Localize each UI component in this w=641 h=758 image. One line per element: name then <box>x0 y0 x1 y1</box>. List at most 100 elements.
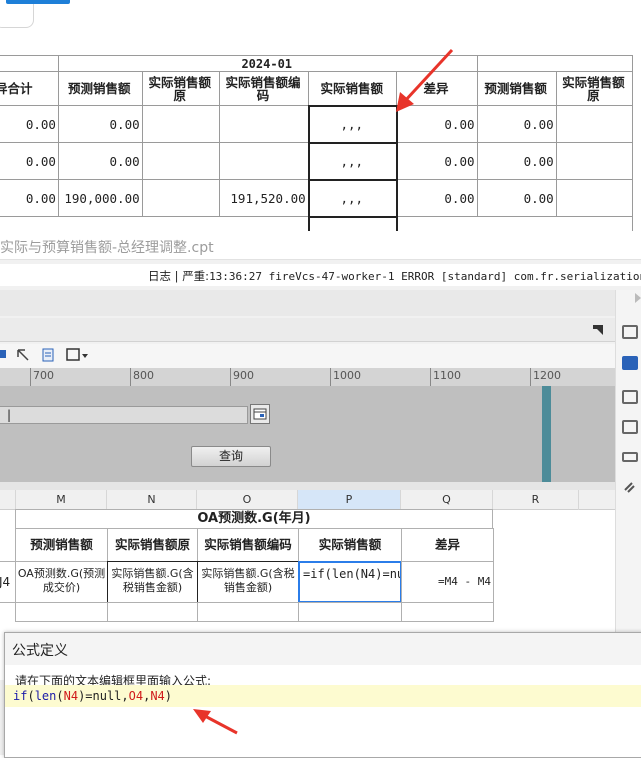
table-cell <box>0 216 310 231</box>
table-cell: 0.00 <box>476 105 557 143</box>
column-header[interactable]: Q <box>401 490 493 510</box>
ruler-tick: 900 <box>230 368 254 386</box>
table-cell <box>555 179 634 217</box>
browser-tab-edge <box>0 0 34 28</box>
table-cell: 0.00 <box>396 179 478 217</box>
period-blank-cell-2 <box>476 55 634 72</box>
divider <box>0 482 615 490</box>
file-tab[interactable]: 实际与预算销售额-总经理调整.cpt <box>0 232 641 260</box>
table-cell: 0.00 <box>0 179 59 217</box>
empty-cell[interactable] <box>107 602 198 622</box>
data-cell-o4[interactable]: 实际销售额.G(含税销售金额) <box>197 561 299 603</box>
empty-cell[interactable] <box>197 602 299 622</box>
table-cell: 190,000.00 <box>57 179 143 217</box>
col-header: 差异 <box>396 71 478 106</box>
table-cell <box>396 216 633 231</box>
toolbar-band <box>0 290 615 316</box>
expand-arrow-icon[interactable] <box>634 292 641 304</box>
document-icon[interactable] <box>42 348 54 362</box>
log-bar: 日志 | 严重:13:36:27 fireVcs-47-worker-1 ERR… <box>0 264 641 286</box>
file-tab-label: 实际与预算销售额-总经理调整.cpt <box>0 240 214 256</box>
table-cell <box>141 179 220 217</box>
data-cell-q4[interactable]: =M4 - M4 <box>401 561 494 603</box>
ruler-tick: 1100 <box>430 368 461 386</box>
collapse-icon[interactable] <box>592 324 604 336</box>
col-header: 实际销售额原 <box>141 71 220 106</box>
table-cell <box>307 215 398 231</box>
table-cell: 0.00 <box>0 142 59 180</box>
parameter-canvas: | 查询 <box>0 386 615 482</box>
frame-dropdown-icon[interactable] <box>66 348 90 362</box>
table-cell <box>218 142 310 180</box>
table-cell: 0.00 <box>396 142 478 180</box>
empty-cell[interactable] <box>298 602 402 622</box>
dialog-title: 公式定义 <box>5 633 641 665</box>
data-cell-m4[interactable]: OA预测数.G(预测成交价) <box>15 561 108 603</box>
active-tab-indicator <box>6 0 70 4</box>
canvas-boundary <box>542 386 551 482</box>
report-preview: 2024-01 异合计 预测销售额 实际销售额原 实际销售额编码 实际销售额 差… <box>0 0 641 232</box>
column-header[interactable]: R <box>493 490 579 510</box>
col-header: 预测销售额 <box>476 71 557 106</box>
header-cell[interactable]: 实际销售额编码 <box>197 528 299 562</box>
log-separator: | <box>174 269 179 283</box>
list-icon[interactable] <box>622 452 638 462</box>
table-cell: 0.00 <box>0 105 59 143</box>
empty-cell[interactable] <box>15 602 108 622</box>
log-label: 日志 <box>148 269 171 283</box>
table-cell <box>141 142 220 180</box>
table-cell: 0.00 <box>57 105 143 143</box>
merged-title-cell[interactable]: OA预测数.G(年月) <box>15 509 493 529</box>
monitor-icon[interactable] <box>0 349 8 361</box>
table-cell: 0.00 <box>476 142 557 180</box>
column-header[interactable]: O <box>197 490 298 510</box>
ruler-tick: 1000 <box>330 368 361 386</box>
ruler-tick: 800 <box>130 368 154 386</box>
header-cell[interactable]: 预测销售额 <box>15 528 108 562</box>
toolbar-band-2 <box>0 318 615 342</box>
col-header: 实际销售额 <box>308 71 398 106</box>
table-cell <box>218 105 310 143</box>
col-header: 实际销售额编码 <box>218 71 310 106</box>
period-header: 2024-01 <box>57 55 478 72</box>
link-icon[interactable] <box>622 480 638 496</box>
table-cell <box>141 105 220 143</box>
header-cell[interactable]: 实际销售额原 <box>107 528 198 562</box>
widget-property-icon[interactable] <box>622 356 638 370</box>
parameter-input[interactable]: | <box>0 406 248 424</box>
table-cell: 191,520.00 <box>218 179 310 217</box>
horizontal-ruler: 700 800 900 1000 1100 1200 <box>0 368 615 386</box>
actual-sales-cell[interactable]: ,,, <box>307 141 398 181</box>
table-cell: 0.00 <box>57 142 143 180</box>
query-button[interactable]: 查询 <box>191 446 271 467</box>
column-header[interactable]: N <box>107 490 197 510</box>
table-cell: 0.00 <box>476 179 557 217</box>
dropdown-icon[interactable] <box>622 420 638 434</box>
data-cell-n4[interactable]: 实际销售额.G(含税销售金额) <box>107 561 198 603</box>
table-cell: 0.00 <box>396 105 478 143</box>
period-blank-cell <box>0 55 59 72</box>
empty-cell[interactable] <box>401 602 494 622</box>
widget-toolbar <box>0 344 615 368</box>
table-cell <box>555 105 634 143</box>
header-cell[interactable]: 实际销售额 <box>298 528 402 562</box>
header-cell[interactable]: 差异 <box>401 528 494 562</box>
column-header[interactable]: M <box>16 490 107 510</box>
formula-editor[interactable]: if(len(N4)=null,O4,N4) <box>5 685 641 707</box>
col-header: 实际销售额原 <box>555 71 634 106</box>
frame-icon[interactable] <box>622 390 638 404</box>
pointer-icon[interactable] <box>16 348 30 362</box>
col-header: 异合计 <box>0 71 59 106</box>
table-cell <box>555 142 634 180</box>
column-header-bar: M N O P Q R <box>0 490 615 510</box>
calendar-icon[interactable] <box>250 404 270 424</box>
data-cell-p4-selected[interactable]: =if(len(N4)=null,O4,N4) <box>298 561 402 603</box>
cell-property-icon[interactable] <box>622 325 638 339</box>
column-header-stub <box>0 490 16 510</box>
actual-sales-cell[interactable]: ,,, <box>307 104 398 144</box>
column-header-selected[interactable]: P <box>298 490 401 510</box>
row-stub-cell[interactable]: J4 <box>0 561 16 603</box>
formula-text: if(len(N4)=null,O4,N4) <box>13 689 173 703</box>
annotation-arrow-icon <box>193 709 238 735</box>
actual-sales-cell[interactable]: ,,, <box>307 178 398 218</box>
